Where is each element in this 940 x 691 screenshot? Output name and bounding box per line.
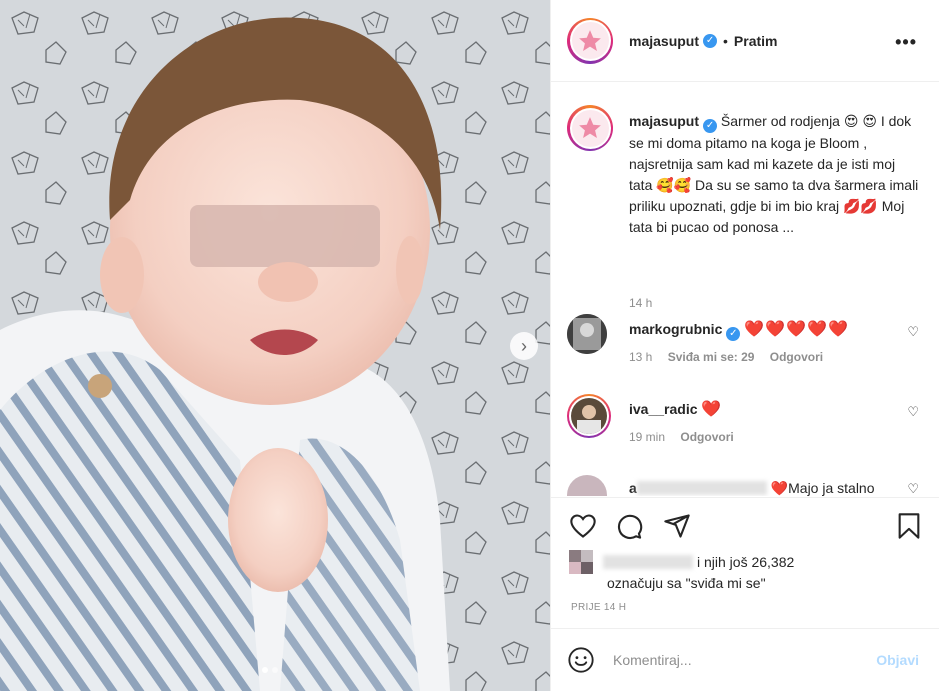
likes-label: označuju sa "sviđa mi se"	[607, 575, 766, 591]
follow-separator: •	[723, 32, 728, 49]
caption-username[interactable]: majasuput	[629, 113, 699, 129]
verified-badge-icon: ✓	[703, 33, 718, 48]
comment-username[interactable]: markogrubnic	[629, 321, 722, 337]
comment-meta: 19 min Odgovori	[629, 430, 746, 444]
comment-text: ❤️Majo ja stalno	[770, 480, 875, 496]
blurred-liker-name	[603, 555, 693, 569]
avatar-photo	[577, 405, 601, 434]
carousel-dot	[262, 667, 268, 673]
author-username[interactable]: majasuput	[629, 33, 699, 49]
post-comment-button[interactable]: Objavi	[876, 652, 919, 668]
like-heart-icon[interactable]	[569, 512, 597, 540]
comment-text: ❤️	[701, 401, 723, 418]
verified-badge-icon: ✓	[726, 327, 741, 341]
likes-summary: i njih još 26,382	[569, 550, 929, 574]
comment-text: ❤️❤️❤️❤️❤️	[744, 321, 849, 338]
reply-button[interactable]: Odgovori	[770, 350, 823, 364]
star-avatar-icon	[579, 29, 601, 51]
caption-avatar[interactable]	[567, 105, 613, 151]
more-horizontal-icon[interactable]: •••	[895, 32, 917, 53]
comment-username[interactable]: iva__radic	[629, 401, 698, 417]
share-send-icon[interactable]	[663, 512, 691, 540]
caption-text-block: majasuput ✓ Šarmer od rodjenja 😍 😍 I dok …	[629, 111, 919, 238]
comment-body: iva__radic ❤️	[629, 400, 889, 419]
baby-photo-illustration	[0, 0, 550, 691]
comment-meta: 13 h Sviđa mi se: 29 Odgovori	[629, 350, 835, 364]
reply-button[interactable]: Odgovori	[680, 430, 733, 444]
comment-like-heart-icon[interactable]: ♡	[907, 404, 919, 420]
comment-likes[interactable]: Sviđa mi se: 29	[668, 350, 755, 364]
post-actions: i njih još 26,382 označuju sa "sviđa mi …	[551, 497, 939, 627]
post-header: majasuput ✓ • Pratim •••	[551, 0, 939, 82]
comments-list[interactable]: majasuput ✓ Šarmer od rodjenja 😍 😍 I dok …	[551, 83, 939, 496]
comment-like-heart-icon[interactable]: ♡	[907, 481, 919, 496]
commenter-avatar[interactable]	[567, 475, 607, 496]
carousel-dots	[262, 667, 278, 673]
comment-body: markogrubnic ✓ ❤️❤️❤️❤️❤️	[629, 320, 889, 341]
carousel-dot	[272, 667, 278, 673]
post-photo[interactable]: ›	[0, 0, 550, 691]
verified-badge-icon: ✓	[703, 119, 718, 133]
add-comment-bar: Objavi	[551, 628, 939, 691]
carousel-next-button[interactable]: ›	[510, 332, 538, 360]
save-bookmark-icon[interactable]	[895, 512, 923, 540]
liker-avatars[interactable]	[569, 550, 593, 574]
comment-bubble-icon[interactable]	[615, 512, 643, 540]
emoji-smiley-icon[interactable]	[567, 646, 595, 674]
comment-input[interactable]	[613, 652, 853, 668]
comment-time[interactable]: 19 min	[629, 430, 665, 444]
post-side-panel: majasuput ✓ • Pratim ••• majasuput ✓ Šarm…	[550, 0, 940, 691]
comment-body: a ❤️Majo ja stalno	[629, 479, 909, 496]
author-avatar[interactable]	[567, 17, 613, 64]
comment-like-heart-icon[interactable]: ♡	[907, 324, 919, 340]
caption-text: Šarmer od rodjenja 😍 😍 I dok se mi doma …	[629, 113, 919, 235]
star-avatar-icon	[579, 117, 601, 138]
avatar-photo	[567, 314, 607, 354]
caption-time[interactable]: 14 h	[629, 296, 652, 310]
commenter-avatar[interactable]	[567, 314, 607, 354]
commenter-avatar[interactable]	[567, 394, 611, 438]
comment-time[interactable]: 13 h	[629, 350, 652, 364]
post-date[interactable]: PRIJE 14 H	[571, 602, 626, 613]
blurred-username	[636, 481, 767, 495]
likes-count[interactable]: i njih još 26,382	[697, 554, 794, 570]
follow-button[interactable]: Pratim	[734, 33, 778, 49]
comment-username[interactable]: a	[629, 480, 637, 496]
